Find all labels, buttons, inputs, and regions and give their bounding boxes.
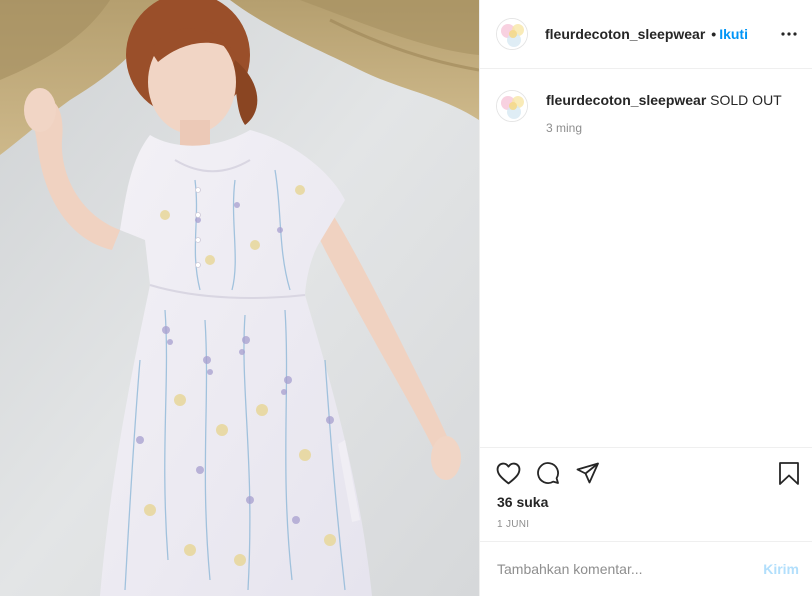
paper-plane-icon[interactable] <box>575 460 601 486</box>
post-comment-button[interactable]: Kirim <box>763 561 799 577</box>
caption-timestamp[interactable]: 3 ming <box>546 121 782 135</box>
more-horizontal-icon[interactable] <box>779 24 799 44</box>
separator-dot: • <box>711 26 717 42</box>
post-details-panel: fleurdecoton_sleepwear • Ikuti fleurdeco… <box>479 0 812 596</box>
post-author-username[interactable]: fleurdecoton_sleepwear <box>545 26 705 42</box>
caption-avatar[interactable] <box>496 90 528 122</box>
caption-line: fleurdecoton_sleepwear SOLD OUT <box>546 91 782 109</box>
post-header: fleurdecoton_sleepwear • Ikuti <box>480 0 812 69</box>
model-in-floral-nightdress-image <box>0 0 479 596</box>
caption-username[interactable]: fleurdecoton_sleepwear <box>546 92 706 108</box>
comment-input[interactable] <box>497 561 764 577</box>
add-comment-bar: Kirim <box>480 541 812 596</box>
likes-count[interactable]: 36 suka <box>497 494 548 510</box>
follow-button[interactable]: Ikuti <box>719 26 748 42</box>
caption-text: SOLD OUT <box>710 92 782 108</box>
caption: fleurdecoton_sleepwear SOLD OUT 3 ming <box>496 87 782 135</box>
post-photo[interactable] <box>0 0 479 596</box>
heart-icon[interactable] <box>495 460 521 486</box>
caption-body: fleurdecoton_sleepwear SOLD OUT 3 ming <box>546 87 782 135</box>
bookmark-icon[interactable] <box>776 460 802 486</box>
post-date[interactable]: 1 JUNI <box>497 519 529 530</box>
avatar[interactable] <box>496 18 528 50</box>
comment-icon[interactable] <box>535 460 561 486</box>
post-actions: 36 suka 1 JUNI <box>480 447 812 541</box>
